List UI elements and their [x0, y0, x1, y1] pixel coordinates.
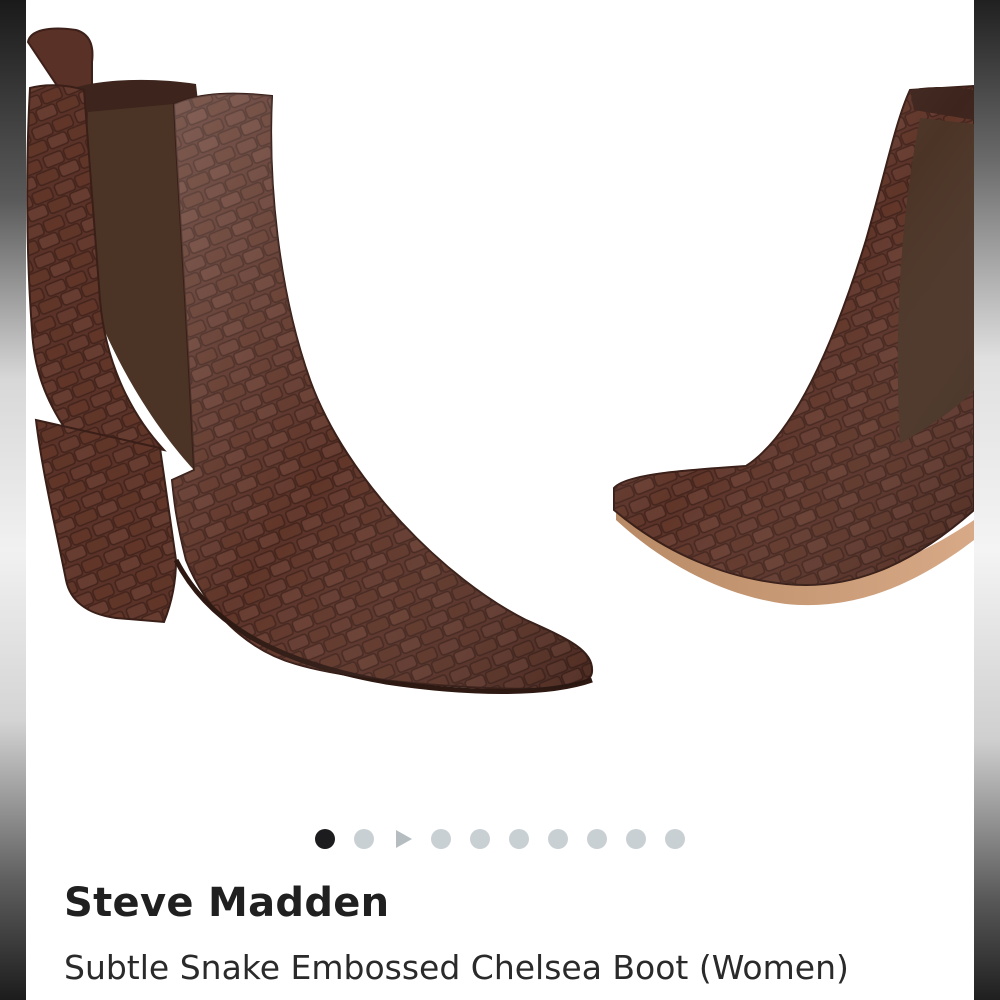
right-boot: [613, 84, 974, 606]
video-play-icon[interactable]: [395, 830, 412, 848]
right-edge-strip: [974, 0, 1000, 1000]
carousel-dot-3[interactable]: [431, 829, 451, 849]
screen: Steve Madden Subtle Snake Embossed Chels…: [0, 0, 1000, 1000]
carousel-dot-5[interactable]: [509, 829, 529, 849]
carousel-dot-1[interactable]: [315, 829, 335, 849]
product-image[interactable]: [26, 0, 974, 800]
carousel-dot-7[interactable]: [587, 829, 607, 849]
product-card: Steve Madden Subtle Snake Embossed Chels…: [26, 0, 974, 1000]
brand-name[interactable]: Steve Madden: [64, 880, 389, 926]
product-title: Subtle Snake Embossed Chelsea Boot (Wome…: [64, 948, 849, 987]
carousel-dot-2[interactable]: [354, 829, 374, 849]
carousel-dot-9[interactable]: [665, 829, 685, 849]
carousel-dot-8[interactable]: [626, 829, 646, 849]
carousel-dot-6[interactable]: [548, 829, 568, 849]
left-boot: [26, 27, 594, 694]
carousel-dot-4[interactable]: [470, 829, 490, 849]
left-edge-strip: [0, 0, 26, 1000]
image-carousel-indicators: [26, 826, 974, 852]
